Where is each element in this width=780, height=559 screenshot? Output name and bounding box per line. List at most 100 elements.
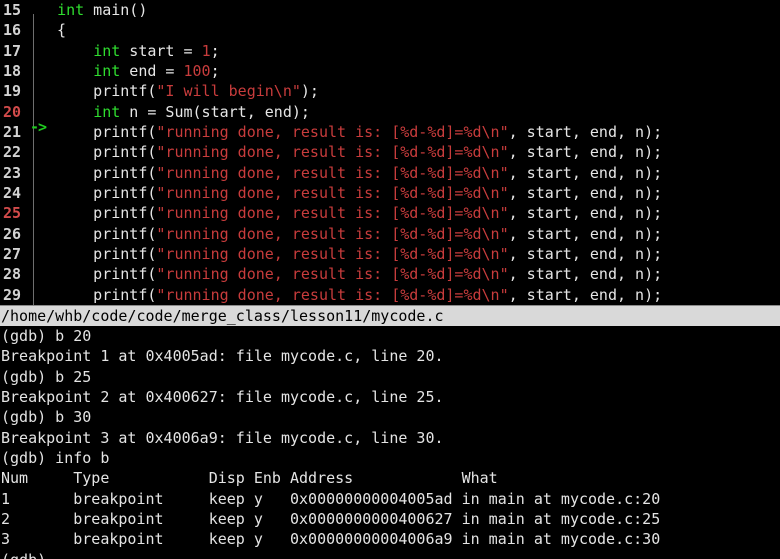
code-line[interactable]: 29 printf("running done, result is: [%d-… bbox=[0, 285, 780, 305]
line-number: 23 bbox=[3, 163, 22, 182]
code-token-plain: , start, end, n); bbox=[508, 204, 663, 223]
code-line[interactable]: 26 printf("running done, result is: [%d-… bbox=[0, 224, 780, 259]
code-token-plain: , start, end, n); bbox=[508, 163, 663, 182]
line-number: 22 bbox=[3, 143, 22, 162]
code-token-str: "running done, result is: [%d-%d]=%d\n" bbox=[156, 224, 509, 243]
code-token-plain: ); bbox=[300, 82, 319, 101]
source-code-pane[interactable]: 15 int main() 16 {17 int start = 1; 18 int… bbox=[0, 0, 780, 305]
code-line-text: printf("running done, result is: [%d-%d]… bbox=[39, 244, 780, 264]
code-token-plain: printf( bbox=[39, 82, 157, 101]
code-token-num: 1 bbox=[201, 41, 211, 60]
line-number: 29 bbox=[3, 285, 22, 304]
code-line-text: int end = 100; bbox=[39, 61, 780, 81]
code-line-text: printf("running done, result is: [%d-%d]… bbox=[39, 264, 780, 284]
code-token-plain: , start, end, n); bbox=[508, 244, 663, 263]
line-number: 26 bbox=[3, 224, 22, 243]
line-number: 27 bbox=[3, 244, 22, 263]
code-token-plain: printf( bbox=[39, 224, 157, 243]
code-token-plain: , start, end, n); bbox=[508, 285, 663, 304]
code-token-plain: , start, end, n); bbox=[508, 265, 663, 284]
code-token-str: "running done, result is: [%d-%d]=%d\n" bbox=[156, 204, 509, 223]
code-token-str: "running done, result is: [%d-%d]=%d\n" bbox=[156, 183, 509, 202]
gdb-console-pane[interactable]: (gdb) b 20 Breakpoint 1 at 0x4005ad: file… bbox=[0, 326, 780, 559]
gdb-output-line: Breakpoint 3 at 0x4006a9: file mycode.c,… bbox=[1, 428, 444, 447]
line-number: 25 bbox=[3, 204, 22, 223]
code-token-plain: ; bbox=[210, 61, 220, 80]
code-line-text: printf("running done, result is: [%d-%d]… bbox=[39, 203, 780, 223]
gdb-output-line: Breakpoint 1 at 0x4005ad: file mycode.c,… bbox=[1, 347, 444, 366]
code-line-text: printf("I will begin\n"); bbox=[39, 81, 780, 101]
code-token-plain: printf( bbox=[39, 285, 157, 304]
code-token-plain: printf( bbox=[39, 204, 157, 223]
code-token-plain: printf( bbox=[39, 244, 157, 263]
program-counter-arrow-icon: -> bbox=[30, 117, 47, 136]
line-number: 17 bbox=[3, 41, 22, 60]
code-token-num: 100 bbox=[183, 61, 211, 80]
breakpoint-table-row: 1 breakpoint keep y 0x00000000004005ad i… bbox=[1, 489, 661, 508]
code-token-str: "running done, result is: [%d-%d]=%d\n" bbox=[156, 285, 509, 304]
code-line[interactable]: 27 printf("running done, result is: [%d-… bbox=[0, 244, 780, 279]
code-token-str: "running done, result is: [%d-%d]=%d\n" bbox=[156, 265, 509, 284]
code-line[interactable]: 16 { bbox=[0, 20, 780, 56]
code-token-str: "running done, result is: [%d-%d]=%d\n" bbox=[156, 163, 509, 182]
code-token-plain: printf( bbox=[39, 265, 157, 284]
code-token-kw: int bbox=[93, 102, 121, 121]
code-token-plain: printf( bbox=[39, 163, 157, 182]
code-token-plain: , start, end, n); bbox=[508, 122, 663, 141]
gdb-command-line: (gdb) info b bbox=[1, 448, 110, 467]
gdb-command-line: (gdb) b 30 bbox=[1, 408, 92, 427]
breakpoint-table-header: Num Type Disp Enb Address What bbox=[1, 469, 498, 488]
code-line[interactable]: 23 printf("running done, result is: [%d-… bbox=[0, 163, 780, 198]
code-token-plain: main() bbox=[84, 1, 148, 19]
code-token-plain: n = Sum(start, end); bbox=[120, 102, 310, 121]
code-line[interactable]: 24 printf("running done, result is: [%d-… bbox=[0, 183, 780, 218]
breakpoint-table-row: 3 breakpoint keep y 0x00000000004006a9 i… bbox=[1, 530, 661, 549]
code-line-text: printf("running done, result is: [%d-%d]… bbox=[39, 142, 780, 162]
code-line[interactable]: 21 printf("running done, result is: [%d-… bbox=[0, 122, 780, 157]
line-number: 20 bbox=[3, 102, 22, 121]
code-token-plain: ; bbox=[210, 41, 220, 60]
code-token-kw: int bbox=[93, 61, 121, 80]
code-line-text: int start = 1; bbox=[39, 41, 780, 61]
code-token-kw: int bbox=[93, 41, 121, 60]
code-line-text: printf("running done, result is: [%d-%d]… bbox=[39, 224, 780, 244]
code-line[interactable]: 19 printf("I will begin\n"); bbox=[0, 81, 780, 117]
code-line-text: int main() bbox=[39, 0, 780, 20]
code-token-plain: start = bbox=[120, 41, 202, 60]
code-token-plain: , start, end, n); bbox=[508, 143, 663, 162]
code-line[interactable]: 17 int start = 1; bbox=[0, 41, 780, 76]
code-token-plain: printf( bbox=[39, 143, 157, 162]
code-line[interactable]: 25 printf("running done, result is: [%d-… bbox=[0, 203, 780, 239]
code-line-text: int n = Sum(start, end); bbox=[39, 102, 780, 122]
gdb-tui-window: 15 int main() 16 {17 int start = 1; 18 int… bbox=[0, 0, 780, 559]
code-token-plain: printf( bbox=[39, 183, 157, 202]
gdb-prompt-line[interactable]: (gdb) bbox=[0, 550, 780, 559]
line-number: 19 bbox=[3, 82, 22, 101]
line-number: 15 bbox=[3, 1, 22, 19]
code-token-str: "I will begin\n" bbox=[156, 82, 301, 101]
file-path-status-bar: /home/whb/code/code/merge_class/lesson11… bbox=[0, 305, 780, 326]
code-line[interactable]: 18 int end = 100; bbox=[0, 61, 780, 96]
code-line[interactable]: 28 printf("running done, result is: [%d-… bbox=[0, 264, 780, 300]
code-line-text: printf("running done, result is: [%d-%d]… bbox=[39, 285, 780, 305]
code-line[interactable]: 20 -> int n = Sum(start, end); bbox=[0, 102, 780, 137]
code-token-plain: { bbox=[39, 21, 67, 40]
line-number: 16 bbox=[3, 21, 22, 40]
code-line-text: printf("running done, result is: [%d-%d]… bbox=[39, 183, 780, 203]
code-token-plain: , start, end, n); bbox=[508, 224, 663, 243]
gdb-command-line: (gdb) b 20 bbox=[1, 327, 92, 345]
code-line[interactable]: 22 printf("running done, result is: [%d-… bbox=[0, 142, 780, 178]
line-number: 24 bbox=[3, 183, 22, 202]
gdb-command-line: (gdb) b 25 bbox=[1, 367, 92, 386]
code-token-plain: end = bbox=[120, 61, 184, 80]
code-line[interactable]: 15 int main() bbox=[0, 0, 780, 35]
code-line-text: printf("running done, result is: [%d-%d]… bbox=[39, 163, 780, 183]
code-token-str: "running done, result is: [%d-%d]=%d\n" bbox=[156, 244, 509, 263]
line-number: 28 bbox=[3, 265, 22, 284]
line-number: 21 bbox=[3, 122, 22, 141]
code-line-text: { bbox=[39, 20, 780, 40]
